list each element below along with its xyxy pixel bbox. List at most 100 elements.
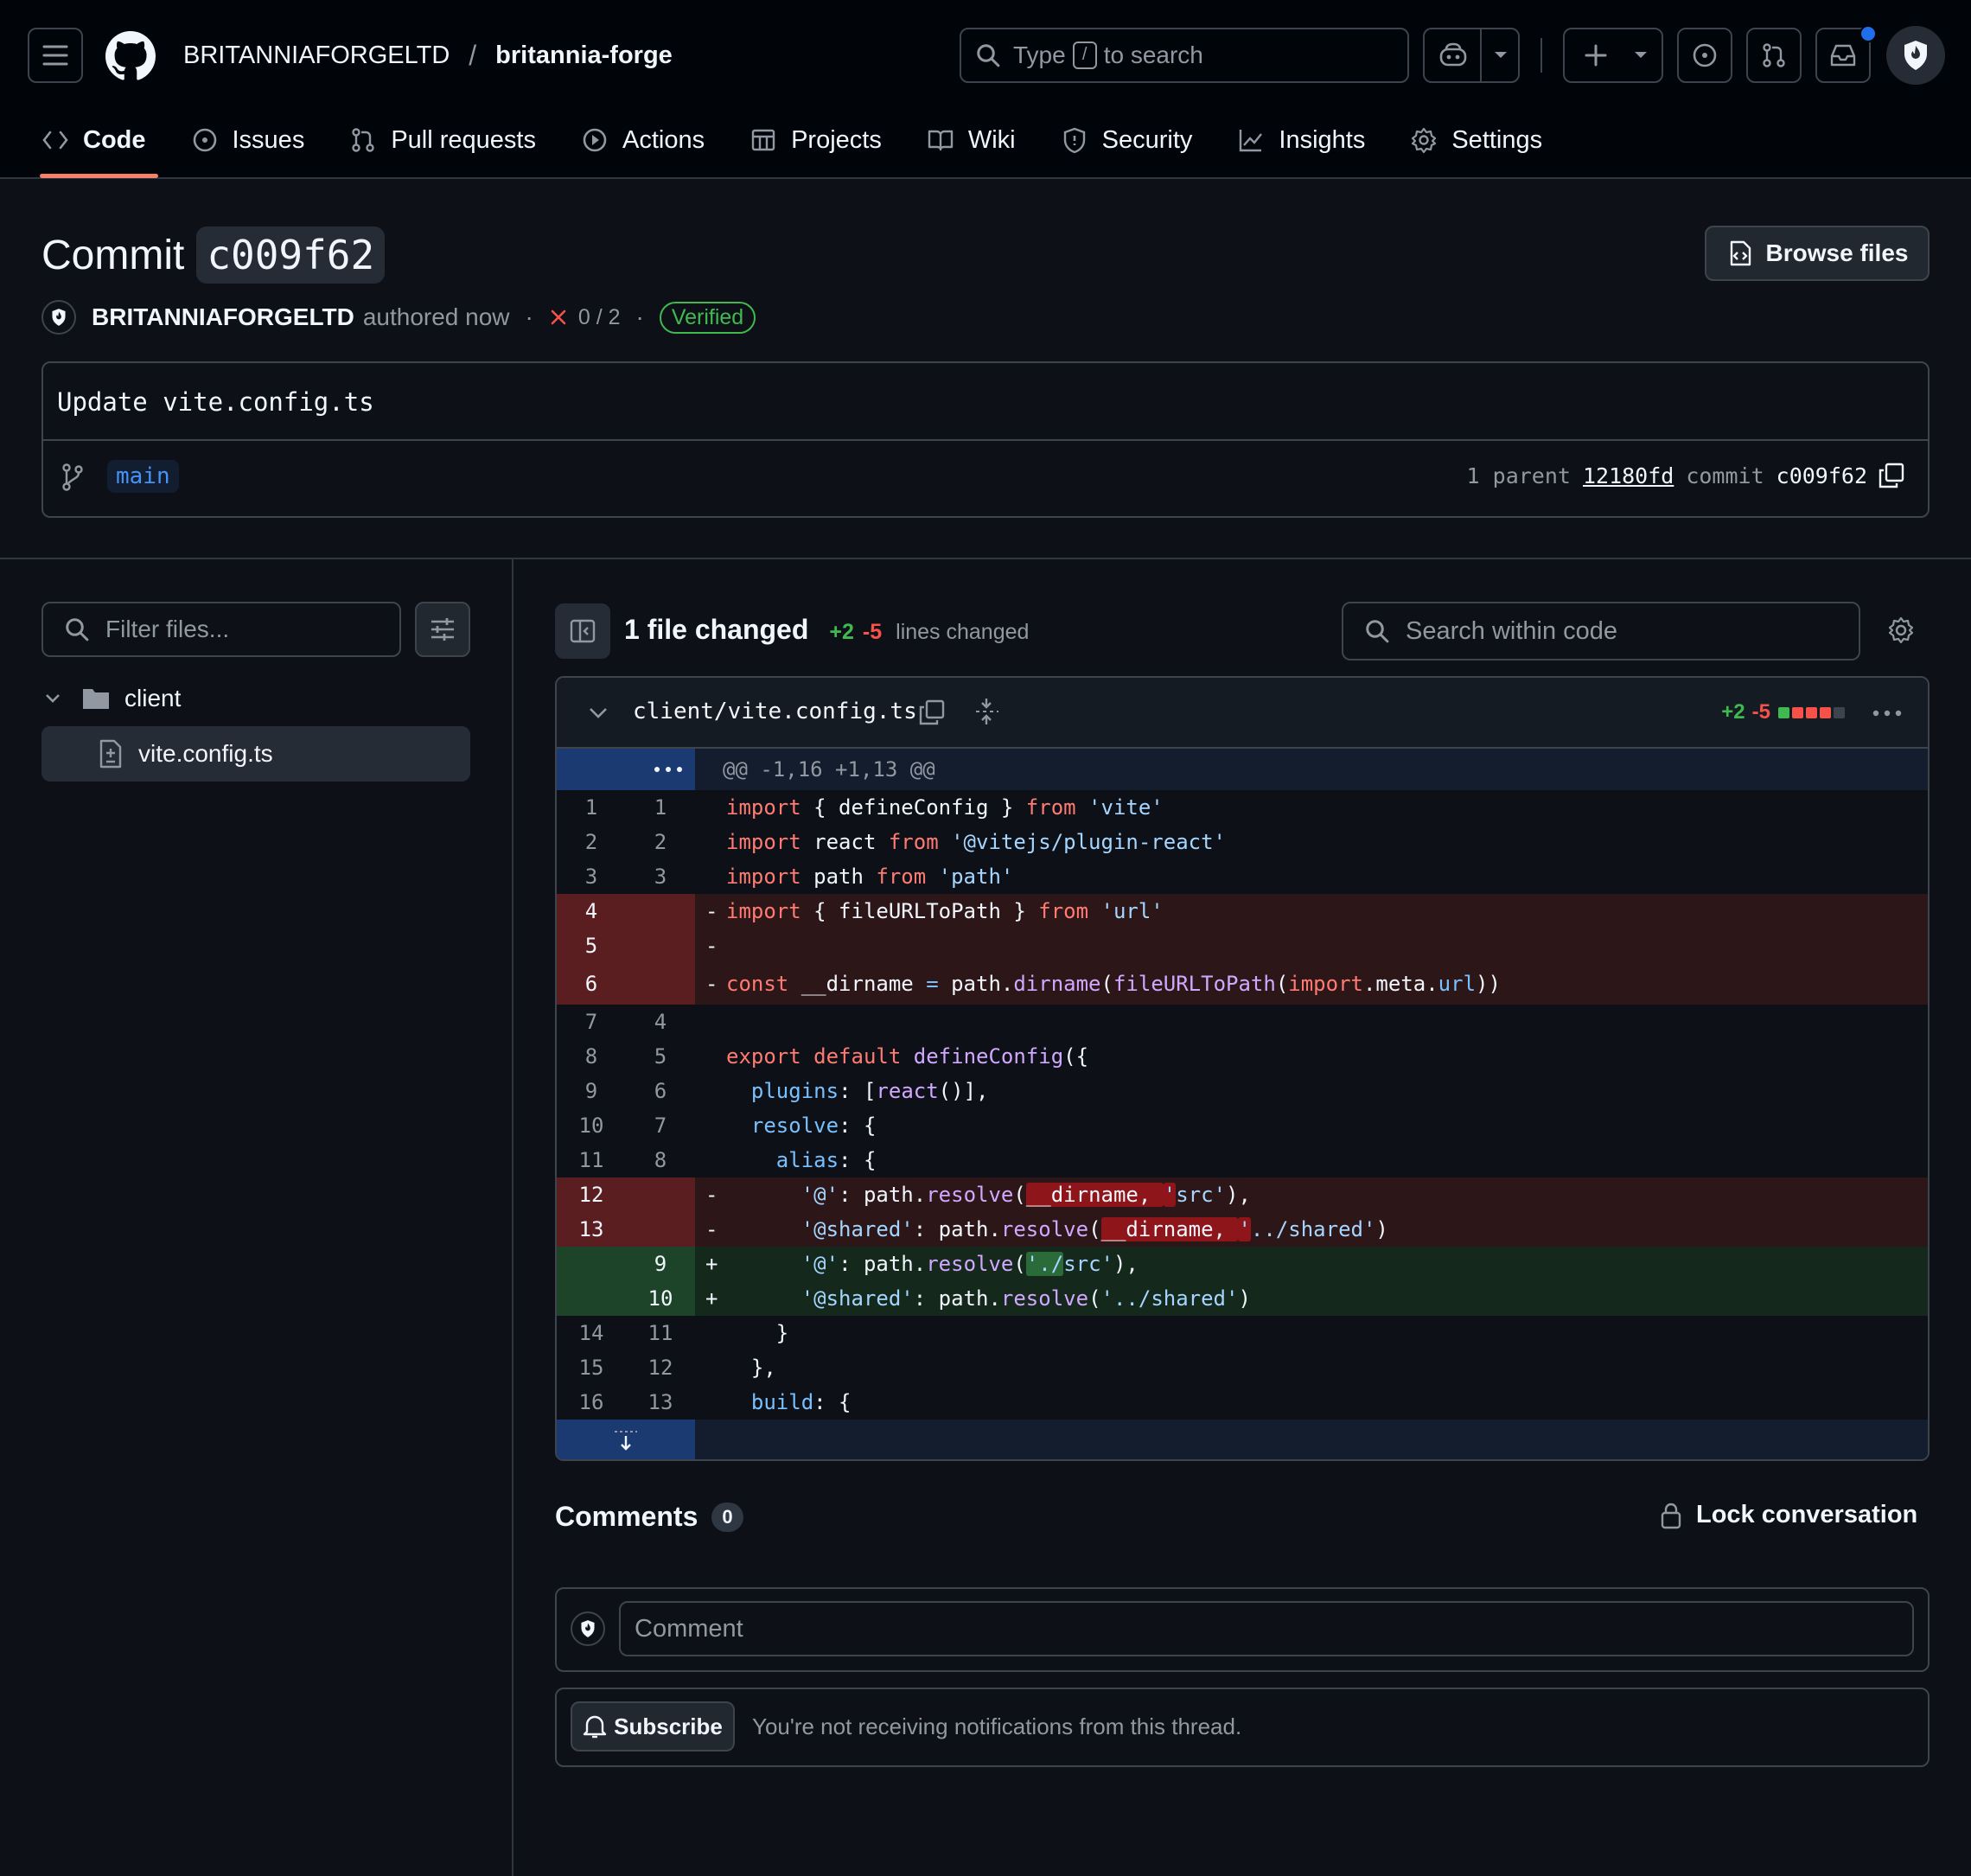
github-logo-icon[interactable] xyxy=(105,31,156,81)
diff-marker: - xyxy=(705,899,718,923)
old-line-number[interactable]: 14 xyxy=(557,1316,626,1350)
old-line-number[interactable]: 9 xyxy=(557,1074,626,1108)
parent-sha-link[interactable]: 12180fd xyxy=(1583,463,1674,488)
menu-button[interactable] xyxy=(28,28,83,83)
tab-insights[interactable]: Insights xyxy=(1237,118,1365,163)
subscribe-note: You're not receiving notifications from … xyxy=(752,1713,1242,1739)
copilot-icon xyxy=(1439,42,1467,67)
search-prefix: Type xyxy=(1013,41,1066,68)
old-line-number[interactable]: 10 xyxy=(557,1108,626,1143)
new-line-number[interactable]: 7 xyxy=(626,1108,695,1143)
old-line-number[interactable]: 12 xyxy=(557,1177,626,1212)
filter-options-button[interactable] xyxy=(415,602,470,657)
new-line-number[interactable]: 8 xyxy=(626,1143,695,1177)
x-icon[interactable] xyxy=(549,308,568,327)
old-line-number[interactable]: 4 xyxy=(557,894,626,928)
new-line-number[interactable]: 4 xyxy=(626,1005,695,1039)
old-line-number[interactable]: 2 xyxy=(557,825,626,859)
old-line-number[interactable]: 15 xyxy=(557,1350,626,1385)
new-line-number[interactable]: 9 xyxy=(626,1247,695,1281)
old-line-number[interactable]: 3 xyxy=(557,859,626,894)
comments-title: Comments xyxy=(555,1501,698,1532)
author-link[interactable]: BRITANNIAFORGELTD xyxy=(92,303,354,331)
old-line-number[interactable]: 11 xyxy=(557,1143,626,1177)
create-new-button[interactable] xyxy=(1563,28,1663,83)
global-search-input[interactable]: Type / to search xyxy=(960,28,1409,83)
old-line-number[interactable]: 6 xyxy=(557,963,626,1005)
old-line-number[interactable] xyxy=(557,1281,626,1316)
tab-settings[interactable]: Settings xyxy=(1410,118,1542,163)
new-line-number[interactable] xyxy=(626,894,695,928)
checks-status[interactable]: 0 / 2 xyxy=(578,305,621,330)
new-line-number[interactable]: 13 xyxy=(626,1385,695,1420)
issues-button[interactable] xyxy=(1677,28,1732,83)
user-avatar[interactable] xyxy=(1886,26,1945,85)
old-line-number[interactable]: 8 xyxy=(557,1039,626,1074)
filter-files-input[interactable]: Filter files... xyxy=(41,602,401,657)
lock-conversation-button[interactable]: Lock conversation xyxy=(1660,1501,1917,1529)
tab-actions[interactable]: Actions xyxy=(581,118,705,163)
kebab-menu-icon[interactable] xyxy=(1872,710,1902,717)
commit-sha-pill: c009f62 xyxy=(196,227,386,284)
new-line-number[interactable] xyxy=(626,1177,695,1212)
tab-security[interactable]: Security xyxy=(1061,118,1192,163)
new-line-number[interactable]: 10 xyxy=(626,1281,695,1316)
expand-up-button[interactable] xyxy=(557,749,695,790)
new-line-number[interactable]: 5 xyxy=(626,1039,695,1074)
copy-icon[interactable] xyxy=(1878,462,1905,489)
subscribe-button[interactable]: Subscribe xyxy=(571,1701,735,1752)
line-code: - import { fileURLToPath } from 'url' xyxy=(695,894,1928,928)
old-line-number[interactable]: 5 xyxy=(557,928,626,963)
diff-marker xyxy=(705,1385,726,1420)
repo-link[interactable]: britannia-forge xyxy=(495,41,673,70)
old-line-number[interactable]: 7 xyxy=(557,1005,626,1039)
new-line-number[interactable] xyxy=(626,963,695,1005)
new-line-number[interactable]: 1 xyxy=(626,790,695,825)
tab-code[interactable]: Code xyxy=(40,118,157,178)
verified-badge[interactable]: Verified xyxy=(659,301,756,334)
toggle-file-tree-button[interactable] xyxy=(555,603,610,659)
old-line-number[interactable] xyxy=(557,1247,626,1281)
line-code: + '@shared': path.resolve('../shared') xyxy=(695,1281,1928,1316)
search-within-code-input[interactable]: Search within code xyxy=(1342,602,1860,660)
copilot-button[interactable] xyxy=(1423,28,1520,83)
new-line-number[interactable] xyxy=(626,928,695,963)
file-path[interactable]: client/vite.config.ts xyxy=(633,699,917,724)
tab-label: Issues xyxy=(232,125,305,154)
diff-marker xyxy=(705,1143,726,1177)
line-code: import react from '@vitejs/plugin-react' xyxy=(695,825,1928,859)
old-line-number[interactable]: 13 xyxy=(557,1212,626,1247)
lock-label: Lock conversation xyxy=(1696,1501,1918,1528)
pull-requests-button[interactable] xyxy=(1746,28,1802,83)
new-line-number[interactable]: 12 xyxy=(626,1350,695,1385)
diff-line: 4 - import { fileURLToPath } from 'url' xyxy=(557,894,1928,928)
author-avatar[interactable] xyxy=(41,300,76,335)
old-line-number[interactable]: 1 xyxy=(557,790,626,825)
branch-link[interactable]: main xyxy=(107,460,179,493)
chevron-down-icon xyxy=(46,694,60,703)
new-line-number[interactable]: 3 xyxy=(626,859,695,894)
copy-icon[interactable] xyxy=(918,699,946,726)
new-line-number[interactable] xyxy=(626,1212,695,1247)
diffstat-square xyxy=(1778,706,1789,718)
browse-files-button[interactable]: Browse files xyxy=(1705,226,1930,281)
comment-input[interactable]: Comment xyxy=(619,1601,1914,1656)
lock-icon xyxy=(1661,1503,1681,1528)
expand-all-icon[interactable] xyxy=(973,697,999,726)
branch-icon xyxy=(62,463,83,491)
tab-projects[interactable]: Projects xyxy=(749,118,882,163)
tree-folder-client[interactable]: client xyxy=(45,681,181,716)
new-line-number[interactable]: 2 xyxy=(626,825,695,859)
tab-wiki[interactable]: Wiki xyxy=(927,118,1016,163)
chevron-down-icon[interactable] xyxy=(588,707,609,719)
owner-link[interactable]: BRITANNIAFORGELTD xyxy=(183,41,450,70)
new-line-number[interactable]: 11 xyxy=(626,1316,695,1350)
tab-pull-requests[interactable]: Pull requests xyxy=(349,118,536,163)
new-line-number[interactable]: 6 xyxy=(626,1074,695,1108)
shield-logo-icon xyxy=(581,1620,595,1637)
gear-icon[interactable] xyxy=(1886,616,1916,645)
tree-file-vite-config[interactable]: vite.config.ts xyxy=(41,726,470,782)
tab-issues[interactable]: Issues xyxy=(191,118,305,163)
expand-down-button[interactable] xyxy=(557,1420,695,1459)
old-line-number[interactable]: 16 xyxy=(557,1385,626,1420)
